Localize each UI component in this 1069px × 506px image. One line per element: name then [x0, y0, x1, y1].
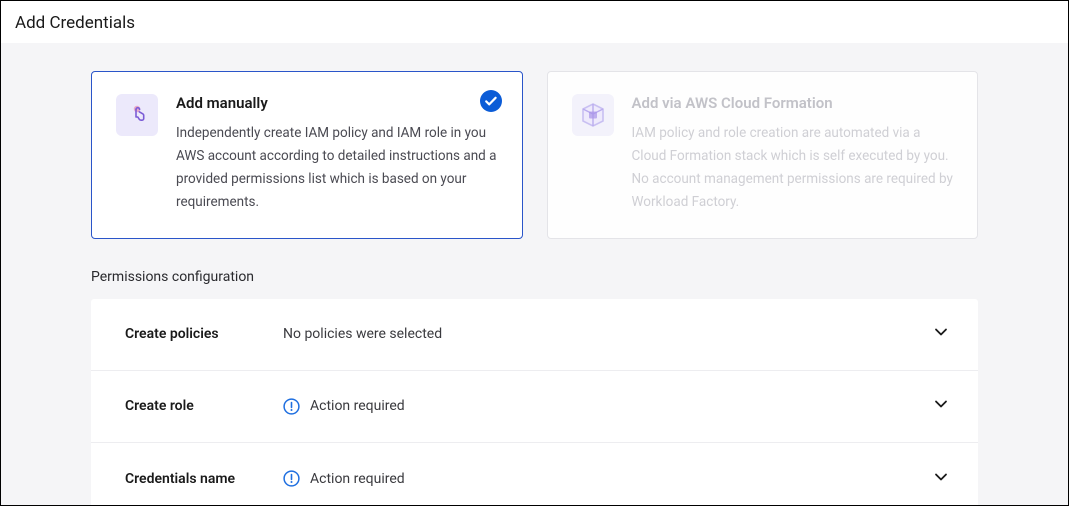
- row-credentials-name-value: Action required: [283, 470, 405, 487]
- section-label: Permissions configuration: [91, 269, 978, 285]
- option-cf-title: Add via AWS Cloud Formation: [632, 94, 954, 112]
- chevron-down-icon: [932, 468, 950, 490]
- option-cf-content: Add via AWS Cloud Formation IAM policy a…: [632, 94, 954, 214]
- chevron-down-icon: [932, 323, 950, 345]
- page-header: Add Credentials: [1, 1, 1068, 43]
- row-create-role-value: Action required: [283, 398, 405, 415]
- row-credentials-name-label: Credentials name: [125, 471, 283, 487]
- option-manual-description: Independently create IAM policy and IAM …: [176, 122, 498, 214]
- row-credentials-name-status: Action required: [310, 471, 405, 487]
- selected-check-icon: [480, 90, 502, 112]
- row-create-role-label: Create role: [125, 398, 283, 414]
- row-create-role-status: Action required: [310, 398, 405, 414]
- config-rows: Create policies No policies were selecte…: [91, 299, 978, 505]
- page-body: Add manually Independently create IAM po…: [1, 43, 1068, 505]
- option-add-cloudformation[interactable]: Add via AWS Cloud Formation IAM policy a…: [547, 71, 979, 239]
- manual-icon-box: [116, 94, 158, 136]
- pointer-hand-icon: [125, 103, 149, 127]
- option-cf-description: IAM policy and role creation are automat…: [632, 122, 954, 214]
- row-create-policies[interactable]: Create policies No policies were selecte…: [91, 299, 978, 371]
- option-manual-content: Add manually Independently create IAM po…: [176, 94, 498, 214]
- alert-circle-icon: [283, 470, 300, 487]
- option-add-manually[interactable]: Add manually Independently create IAM po…: [91, 71, 523, 239]
- page-title: Add Credentials: [15, 13, 1054, 33]
- row-create-policies-status: No policies were selected: [283, 326, 442, 342]
- cloudformation-icon-box: [572, 94, 614, 136]
- row-create-policies-value: No policies were selected: [283, 326, 442, 342]
- alert-circle-icon: [283, 398, 300, 415]
- option-manual-title: Add manually: [176, 94, 498, 112]
- chevron-down-icon: [932, 395, 950, 417]
- row-create-role[interactable]: Create role Action required: [91, 371, 978, 443]
- row-credentials-name[interactable]: Credentials name Action required: [91, 443, 978, 505]
- cloudformation-cube-icon: [580, 102, 606, 128]
- method-cards: Add manually Independently create IAM po…: [91, 71, 978, 239]
- row-create-policies-label: Create policies: [125, 326, 283, 342]
